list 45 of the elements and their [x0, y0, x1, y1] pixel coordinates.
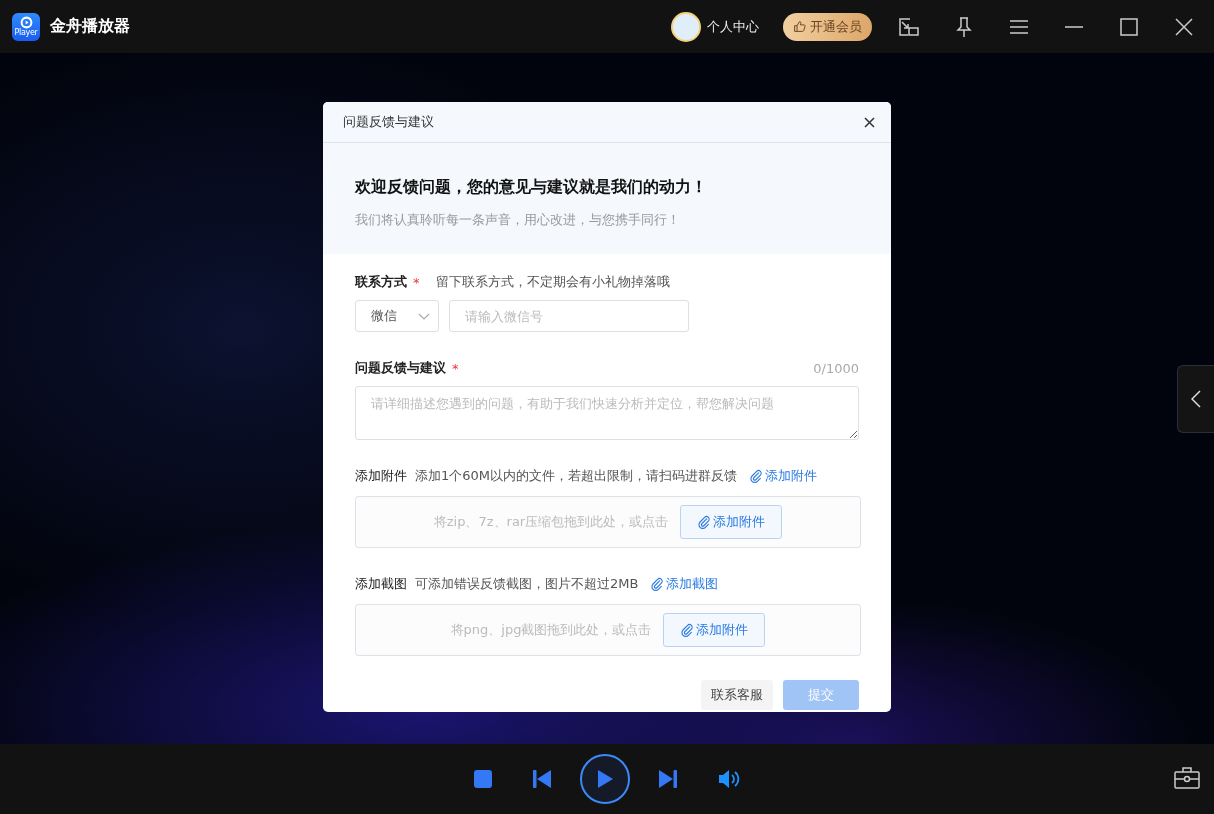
play-circle-icon: [19, 16, 33, 29]
thumbs-up-icon: [793, 20, 806, 33]
required-mark: *: [413, 274, 420, 290]
paperclip-icon: [749, 469, 764, 483]
add-file-link[interactable]: 添加截图: [650, 575, 719, 593]
drop-zone[interactable]: 将png、jpg截图拖到此处，或点击 添加附件: [355, 604, 861, 656]
add-attachment-button[interactable]: 添加附件: [663, 613, 766, 647]
field-label: 问题反馈与建议: [355, 359, 446, 377]
field-label: 添加截图: [355, 575, 407, 593]
add-attachment-button[interactable]: 添加附件: [680, 505, 783, 539]
dialog-title: 问题反馈与建议: [343, 113, 434, 131]
paperclip-icon: [697, 515, 712, 529]
paperclip-icon: [650, 577, 665, 591]
welcome-heading: 欢迎反馈问题，您的意见与建议就是我们的动力！: [355, 177, 708, 198]
toolbox-icon[interactable]: [1174, 766, 1200, 790]
volume-icon[interactable]: [718, 769, 740, 789]
required-mark: *: [452, 360, 459, 376]
drop-zone[interactable]: 将zip、7z、rar压缩包拖到此处，或点击 添加附件: [355, 496, 861, 548]
contact-service-button[interactable]: 联系客服: [701, 680, 773, 710]
chevron-left-icon: [1191, 390, 1201, 408]
user-center-link[interactable]: 个人中心: [707, 17, 759, 36]
play-icon: [596, 769, 614, 789]
contact-type-select[interactable]: 微信: [355, 300, 439, 332]
app-title: 金舟播放器: [50, 16, 130, 37]
field-label: 联系方式: [355, 273, 407, 291]
field-hint: 可添加错误反馈截图，图片不超过2MB: [415, 575, 639, 593]
add-file-link[interactable]: 添加附件: [749, 467, 818, 485]
next-icon[interactable]: [658, 769, 678, 789]
char-counter: 0/1000: [813, 360, 859, 376]
logo-text: Player: [14, 29, 38, 37]
paperclip-icon: [680, 623, 695, 637]
close-button[interactable]: [862, 114, 877, 130]
field-hint: 添加1个60M以内的文件，若超出限制，请扫码进群反馈: [415, 467, 738, 485]
previous-icon[interactable]: [532, 769, 552, 789]
play-button[interactable]: [580, 754, 630, 804]
drop-zone-text: 将zip、7z、rar压缩包拖到此处，或点击: [433, 513, 669, 531]
feedback-text-area[interactable]: 请详细描述您遇到的问题，有助于我们快速分析并定位，帮您解决问题: [355, 386, 859, 440]
vip-button[interactable]: 开通会员: [783, 12, 872, 41]
avatar-icon[interactable]: [671, 11, 701, 42]
side-panel-toggle[interactable]: [1177, 365, 1214, 433]
chevron-down-icon: [418, 312, 430, 320]
field-label: 添加附件: [355, 467, 407, 485]
drop-zone-text: 将png、jpg截图拖到此处，或点击: [450, 621, 652, 639]
contact-input-field[interactable]: 请输入微信号: [449, 300, 689, 332]
field-hint: 留下联系方式，不定期会有小礼物掉落哦: [435, 273, 670, 291]
